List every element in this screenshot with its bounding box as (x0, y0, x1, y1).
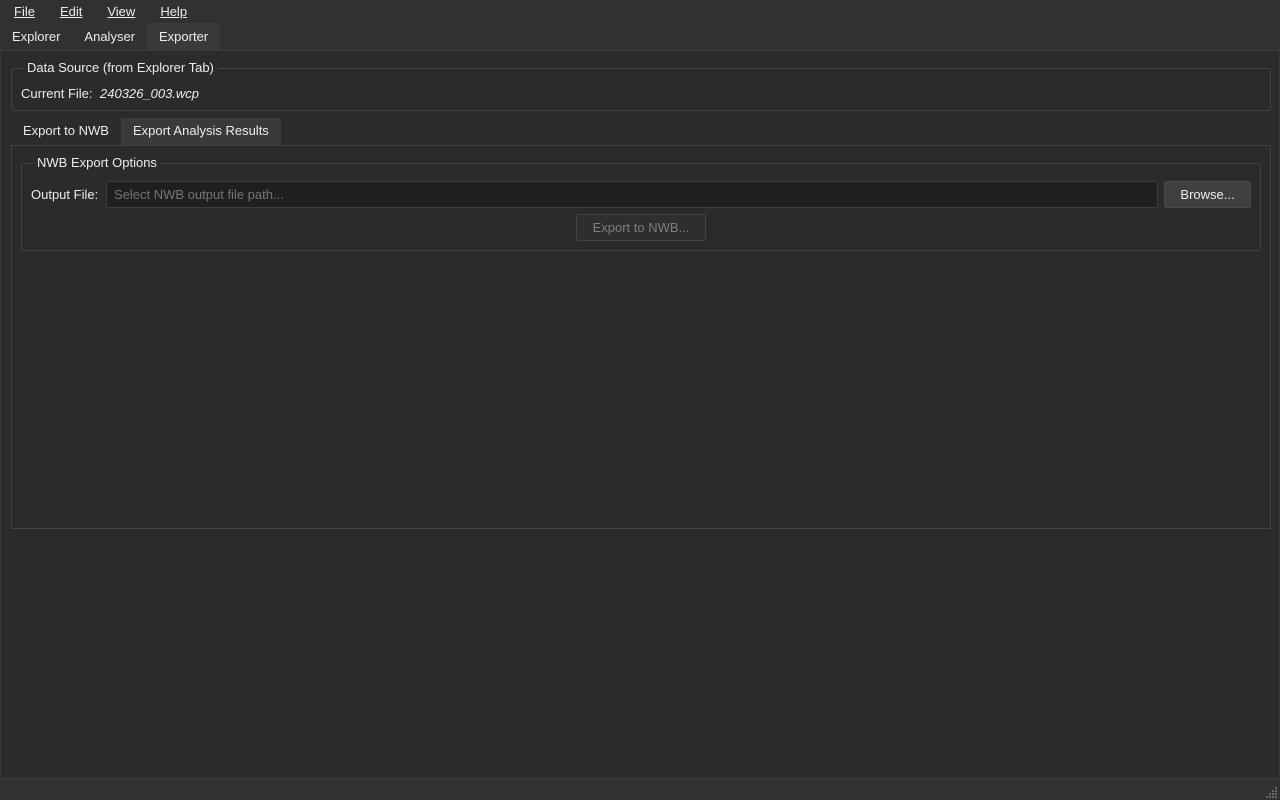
browse-button[interactable]: Browse... (1164, 181, 1251, 208)
export-tab-bar: Export to NWB Export Analysis Results (11, 118, 281, 146)
size-grip-icon[interactable] (1266, 786, 1278, 798)
export-to-nwb-button[interactable]: Export to NWB... (576, 214, 706, 241)
data-source-title: Data Source (from Explorer Tab) (23, 60, 218, 76)
output-file-input[interactable] (106, 181, 1158, 208)
nwb-export-options-title: NWB Export Options (33, 155, 161, 171)
tab-exporter[interactable]: Exporter (147, 23, 221, 51)
menu-edit-label: Edit (59, 4, 83, 19)
menu-view[interactable]: View (93, 0, 146, 23)
current-file-value: 240326_003.wcp (100, 86, 200, 101)
menu-bar: File Edit View Help (0, 0, 1280, 23)
exporter-panel: Data Source (from Explorer Tab) Current … (0, 51, 1280, 778)
export-tab-pane: NWB Export Options Output File: Browse..… (11, 145, 1271, 529)
menu-edit[interactable]: Edit (46, 0, 93, 23)
status-bar (0, 778, 1280, 800)
menu-file-label: File (14, 4, 35, 19)
menu-help-label: Help (160, 4, 188, 19)
tab-analyser[interactable]: Analyser (72, 23, 147, 51)
tab-explorer[interactable]: Explorer (0, 23, 72, 51)
menu-file[interactable]: File (0, 0, 46, 23)
output-file-label: Output File: (31, 187, 99, 202)
data-source-group: Data Source (from Explorer Tab) Current … (11, 60, 1271, 111)
menu-help[interactable]: Help (146, 0, 198, 23)
current-file-label: Current File: (21, 86, 93, 101)
nwb-export-options-group: NWB Export Options Output File: Browse..… (21, 155, 1261, 251)
main-tab-bar: Explorer Analyser Exporter (0, 23, 1280, 51)
tab-export-to-nwb[interactable]: Export to NWB (11, 118, 121, 146)
menu-view-label: View (107, 4, 136, 19)
tab-export-analysis-results[interactable]: Export Analysis Results (120, 118, 281, 146)
